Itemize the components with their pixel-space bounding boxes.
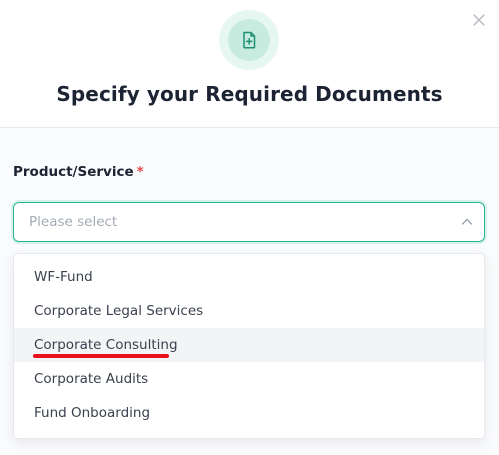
product-service-label-text: Product/Service [13,164,134,180]
dropdown-option-corporate-legal-services[interactable]: Corporate Legal Services [14,294,484,328]
document-plus-icon [228,19,270,61]
annotation-underline [33,354,169,358]
product-service-dropdown: WF-Fund Corporate Legal Services Corpora… [13,253,485,439]
product-service-label: Product/Service * [13,164,144,180]
product-service-select[interactable]: Please select [13,202,485,242]
select-placeholder: Please select [29,214,118,230]
modal-dialog: Specify your Required Documents Product/… [0,0,499,455]
chevron-up-icon[interactable] [461,217,473,227]
close-icon[interactable] [473,14,485,26]
dropdown-option-corporate-audits[interactable]: Corporate Audits [14,362,484,396]
close-button[interactable] [470,11,488,29]
modal-header: Specify your Required Documents [0,0,499,127]
dropdown-option-fund-onboarding[interactable]: Fund Onboarding [14,396,484,430]
required-marker: * [136,164,144,180]
dropdown-option-wf-fund[interactable]: WF-Fund [14,260,484,294]
modal-title: Specify your Required Documents [56,82,443,106]
header-icon-badge [219,10,279,70]
